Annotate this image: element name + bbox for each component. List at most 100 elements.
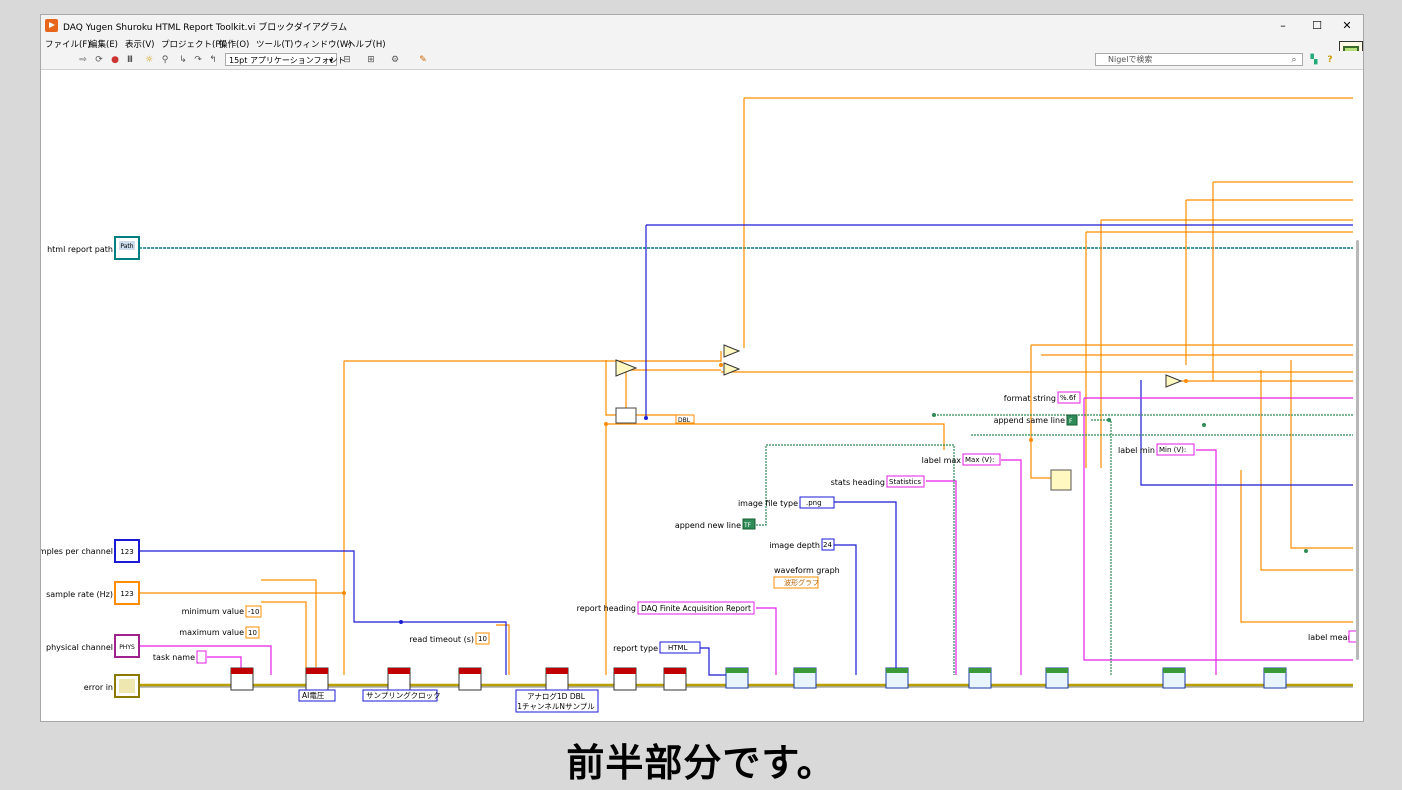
step-over-icon[interactable]: ↷ [192, 54, 204, 66]
menu-view[interactable]: 表示(V) [125, 38, 154, 50]
search-placeholder: Nigelで検索 [1108, 55, 1153, 64]
image-depth-value: 24 [823, 541, 832, 549]
close-button[interactable]: ✕ [1333, 17, 1361, 35]
menu-help[interactable]: ヘルプ(H) [347, 38, 386, 50]
daqmx-header-2 [306, 668, 328, 674]
daqmx-header-4 [459, 668, 481, 674]
path-type-label: Path [120, 243, 133, 250]
samples-per-channel-terminal: 123 [114, 539, 140, 563]
label-min-label: label min [1118, 446, 1155, 455]
waveform-graph-value: 波形グラフ [784, 578, 819, 587]
pause-icon[interactable]: Ⅱ [124, 54, 136, 66]
phys-type-label: PHYS [119, 644, 135, 651]
step-into-icon[interactable]: ↳ [177, 54, 189, 66]
labview-app-icon [45, 19, 58, 32]
analog-1d-selector-line2: 1チャンネルNサンプル [517, 702, 595, 711]
menu-bar: ファイル(F) 編集(E) 表示(V) プロジェクト(P) 操作(O) ツール(… [41, 37, 1363, 65]
compare-node-2 [723, 362, 741, 376]
font-selector[interactable]: 15pt アプリケーションフォント ▾ [225, 53, 346, 66]
numeric-type-label-2: 123 [120, 590, 133, 598]
append-same-line-label: append same line [994, 416, 1066, 425]
reorder-icon[interactable]: ⚙ [389, 54, 401, 66]
format-string-label: format string [1004, 394, 1056, 403]
search-input[interactable]: Nigelで検索 [1095, 53, 1303, 66]
sample-rate-label: sample rate (Hz) [46, 590, 113, 599]
maximum-value-label: maximum value [179, 628, 244, 637]
image-depth-label: image depth [769, 541, 820, 550]
sample-clock-selector: サンプリングクロック [366, 690, 441, 700]
sample-rate-terminal: 123 [114, 581, 140, 605]
append-new-line-value: TF [743, 522, 752, 529]
label-max-value: Max (V): [965, 456, 994, 464]
toggle-icon[interactable]: ▚ [1308, 54, 1320, 66]
step-out-icon[interactable]: ↰ [207, 54, 219, 66]
block-diagram-canvas[interactable]: Path html report path 123 amples per cha… [41, 70, 1363, 721]
task-name-label: task name [153, 653, 195, 662]
retain-wire-values-icon[interactable]: ⚲ [159, 54, 171, 66]
append-same-line-value: F [1069, 418, 1073, 425]
minimize-button[interactable]: – [1269, 17, 1297, 35]
stats-heading-value: Statistics [889, 478, 921, 486]
maximum-value: 10 [248, 629, 257, 637]
image-file-type-label: image file type [738, 499, 798, 508]
toolbar: ⇨ ⟳ ● Ⅱ ☼ ⚲ ↳ ↷ ↰ 15pt アプリケーションフォント ▾ ⊟ ⊞… [41, 51, 1363, 70]
array-index-node [1050, 469, 1072, 491]
run-arrow-icon[interactable]: ⇨ [77, 54, 89, 66]
html-report-path-label: html report path [47, 245, 113, 254]
format-string-value: %.6f [1060, 394, 1076, 402]
samples-per-channel-label: amples per channel [41, 547, 113, 556]
report-heading-label: report heading [577, 604, 636, 613]
highlight-execution-icon[interactable]: ☼ [143, 54, 155, 66]
menu-edit[interactable]: 編集(E) [89, 38, 118, 50]
vertical-scrollbar[interactable] [1356, 240, 1359, 660]
analog-1d-selector-line1: アナログ1D DBL [527, 691, 586, 701]
error-in-terminal [114, 674, 140, 698]
chevron-down-icon: ▾ [328, 56, 333, 65]
menu-window[interactable]: ウィンドウ(W) [294, 38, 352, 50]
labview-window: DAQ Yugen Shuroku HTML Report Toolkit.vi… [40, 14, 1364, 722]
distribute-icon[interactable]: ⊞ [365, 54, 377, 66]
error-in-label: error in [84, 683, 113, 692]
cleanup-icon[interactable]: ✎ [417, 54, 429, 66]
align-icon[interactable]: ⊟ [341, 54, 353, 66]
menu-project[interactable]: プロジェクト(P) [161, 38, 224, 50]
diagram-svg: Path html report path 123 amples per cha… [41, 97, 1358, 713]
read-timeout-value: 10 [478, 635, 487, 643]
daqmx-header-6 [614, 668, 636, 674]
context-help-icon[interactable]: ? [1324, 54, 1336, 66]
label-max-label: label max [922, 456, 962, 465]
minimum-value-label: minimum value [182, 607, 244, 616]
waveform-graph-label: waveform graph [774, 566, 840, 575]
image-file-type-value: .png [806, 499, 822, 507]
array-size-node [615, 407, 637, 424]
numeric-type-label-1: 123 [120, 548, 133, 556]
daqmx-header-1 [231, 668, 253, 674]
html-report-path-terminal: Path [114, 236, 140, 260]
label-mean-label: label mean [1308, 633, 1353, 642]
dbl-conversion: DBL [678, 417, 691, 424]
window-title: DAQ Yugen Shuroku HTML Report Toolkit.vi… [63, 23, 348, 33]
menu-file[interactable]: ファイル(F) [45, 38, 91, 50]
physical-channel-label: physical channel [46, 643, 113, 652]
ai-voltage-selector: AI電圧 [302, 691, 325, 700]
report-type-value: HTML [668, 644, 688, 652]
daqmx-header-7 [664, 668, 686, 674]
physical-channel-terminal: PHYS [114, 634, 140, 658]
label-min-value: Min (V): [1159, 446, 1186, 454]
menu-tools[interactable]: ツール(T) [256, 38, 293, 50]
append-new-line-label: append new line [675, 521, 741, 530]
run-continuously-icon[interactable]: ⟳ [93, 54, 105, 66]
read-timeout-label: read timeout (s) [409, 635, 474, 644]
abort-icon[interactable]: ● [109, 54, 121, 66]
daqmx-header-3 [388, 668, 410, 674]
maximize-button[interactable]: ☐ [1303, 17, 1331, 35]
menu-operate[interactable]: 操作(O) [219, 38, 249, 50]
daqmx-header-5 [546, 668, 568, 674]
report-type-label: report type [613, 644, 658, 653]
search-icon[interactable]: ⌕ [1288, 54, 1300, 66]
report-heading-value: DAQ Finite Acquisition Report [641, 604, 751, 613]
stats-heading-label: stats heading [831, 478, 885, 487]
compare-node-3 [1165, 374, 1183, 388]
compare-node-1 [723, 344, 741, 358]
minimum-value: -10 [248, 608, 259, 616]
